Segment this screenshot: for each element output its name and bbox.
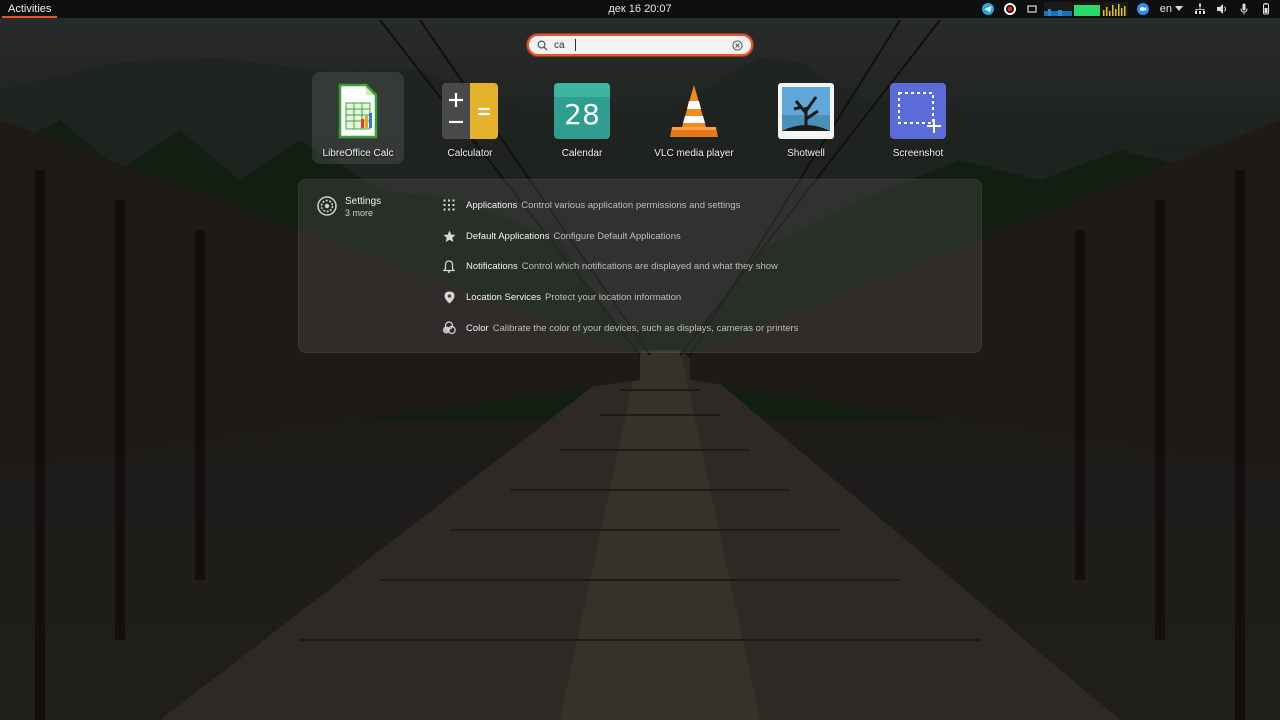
app-label: LibreOffice Calc [322,148,394,159]
search-icon [537,39,548,50]
app-screenshot[interactable]: Screenshot [872,72,964,164]
result-color[interactable]: Color Calibrate the color of your device… [442,318,798,338]
provider-more[interactable]: 3 more [345,208,381,219]
activities-label: Activities [8,3,52,15]
opera-icon[interactable] [999,0,1021,18]
result-description: Protect your location information [544,291,682,303]
app-shotwell[interactable]: Shotwell [760,72,852,164]
app-vlc[interactable]: VLC media player [648,72,740,164]
activities-button[interactable]: Activities [0,0,59,18]
libreoffice-calc-icon [330,83,386,139]
settings-provider[interactable]: Settings 3 more [317,196,381,219]
star-icon [442,229,456,243]
app-label: Calendar [561,148,603,159]
result-description: Control which notifications are displaye… [521,260,778,272]
microphone-icon[interactable] [1233,0,1255,18]
result-description: Configure Default Applications [553,230,681,242]
network-graph-icon[interactable] [1043,0,1073,18]
result-title: Applications [466,199,518,211]
language-selector[interactable]: en [1154,0,1189,18]
result-title: Color [466,322,489,334]
calendar-day: 28 [564,98,600,131]
result-description: Control various application permissions … [521,199,741,211]
app-label: Screenshot [892,148,944,159]
settings-gear-icon [317,196,337,216]
result-default-applications[interactable]: Default Applications Configure Default A… [442,226,681,246]
telegram-icon[interactable] [977,0,999,18]
app-calendar[interactable]: 28 Calendar [536,72,628,164]
calendar-icon: 28 [554,83,610,139]
cpu-graph-icon[interactable] [1101,0,1132,18]
memory-graph-icon[interactable] [1073,0,1101,18]
result-title: Default Applications [466,230,550,242]
zoom-icon[interactable] [1132,0,1154,18]
vlc-icon [666,83,722,139]
color-icon [442,321,456,335]
result-notifications[interactable]: Notifications Control which notification… [442,256,778,276]
screen-icon[interactable] [1021,0,1043,18]
app-label: Calculator [447,148,493,159]
location-pin-icon [442,290,456,304]
battery-icon[interactable] [1255,0,1280,18]
app-label: Shotwell [787,148,825,159]
search-input[interactable]: ca [527,34,753,56]
result-title: Notifications [466,260,518,272]
clock[interactable]: дек 16 20:07 [608,3,671,15]
chevron-down-icon [1175,6,1183,11]
app-libreoffice-calc[interactable]: LibreOffice Calc [312,72,404,164]
volume-icon[interactable] [1211,0,1233,18]
calculator-icon [442,83,498,139]
search-query: ca [554,39,565,51]
app-label: VLC media player [654,148,734,159]
top-bar: Activities дек 16 20:07 en [0,0,1280,18]
settings-results-panel: Settings 3 more Applications Control var… [298,179,982,353]
result-title: Location Services [466,291,541,303]
text-cursor [575,39,576,51]
result-applications[interactable]: Applications Control various application… [442,195,740,215]
provider-name: Settings [345,196,382,207]
app-results: LibreOffice Calc Calculator 28 Calendar … [312,72,972,164]
shotwell-icon [778,83,834,139]
result-location-services[interactable]: Location Services Protect your location … [442,287,681,307]
grid-icon [442,198,456,212]
system-tray: en [977,0,1280,18]
language-label: en [1159,3,1172,15]
app-calculator[interactable]: Calculator [424,72,516,164]
network-icon[interactable] [1189,0,1211,18]
screenshot-icon [890,83,946,139]
result-description: Calibrate the color of your devices, suc… [492,322,799,334]
clear-icon[interactable] [732,39,743,51]
bell-icon [442,259,456,273]
